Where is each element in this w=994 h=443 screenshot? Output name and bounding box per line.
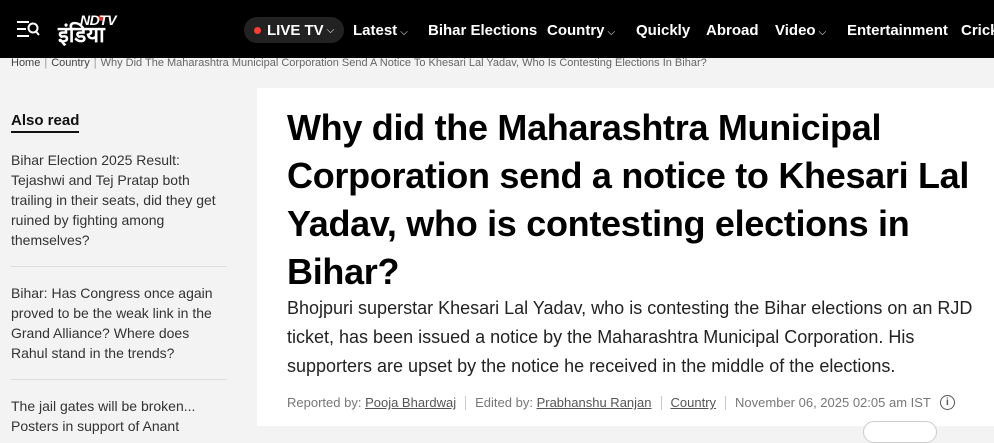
publish-timestamp: November 06, 2025 02:05 am IST (735, 395, 931, 410)
logo-hindi-text: इंडिया (58, 22, 105, 47)
editor-link[interactable]: Prabhanshu Ranjan (537, 395, 652, 410)
chevron-down-icon: ⌵ (818, 27, 827, 38)
nav-item-label: Crick (961, 22, 994, 39)
live-tv-label: LIVE TV (267, 21, 324, 39)
nav-item-label: Country (547, 22, 605, 39)
also-read-title: Also read (11, 112, 80, 133)
article-meta: Reported by: Pooja Bhardwaj Edited by: P… (287, 395, 955, 410)
live-dot-icon (254, 26, 261, 34)
ndtv-india-logo[interactable]: NDTV इंडिया (58, 12, 148, 46)
chevron-down-icon: ⌵ (400, 27, 408, 38)
breadcrumb-separator: | (44, 57, 48, 69)
nav-item-bihar-elections[interactable]: Bihar Elections (428, 22, 537, 39)
reported-by-label: Reported by: (287, 395, 362, 410)
menu-search-icon[interactable] (16, 18, 40, 40)
meta-divider (725, 395, 727, 410)
also-read-item[interactable]: Bihar Election 2025 Result: Tejashwi and… (11, 150, 227, 250)
also-read-item[interactable]: Bihar: Has Congress once again proved to… (11, 283, 227, 363)
nav-item-label: Video (775, 22, 816, 39)
nav-item-label: Abroad (706, 22, 759, 39)
article-card: Why did the Maharashtra Municipal Corpor… (257, 88, 994, 443)
also-read-sidebar: Also read Bihar Election 2025 Result: Te… (11, 112, 227, 436)
breadcrumb-separator: | (93, 57, 97, 69)
edited-by-label: Edited by: (475, 395, 533, 410)
nav-item-label: Quickly (636, 22, 691, 39)
breadcrumb-home-link[interactable]: Home (11, 57, 40, 69)
nav-item-label: Bihar Elections (428, 22, 538, 39)
nav-item-country[interactable]: Country ⌵ (547, 22, 615, 39)
nav-item-entertainment[interactable]: Entertainment (847, 22, 948, 39)
chevron-down-icon: ⌵ (607, 27, 616, 38)
breadcrumb-section-link[interactable]: Country (51, 57, 90, 69)
meta-divider (660, 395, 662, 410)
nav-item-latest[interactable]: Latest ⌵ (353, 22, 408, 39)
nav-item-video[interactable]: Video ⌵ (775, 22, 826, 39)
nav-item-abroad[interactable]: Abroad (706, 22, 759, 39)
nav-item-label: Entertainment (847, 22, 948, 39)
reporter-link[interactable]: Pooja Bhardwaj (365, 395, 456, 410)
live-tv-button[interactable]: LIVE TV ⌵ (244, 17, 345, 43)
also-read-item[interactable]: The jail gates will be broken... Posters… (11, 396, 227, 436)
chevron-down-icon: ⌵ (326, 24, 335, 36)
breadcrumb-current: Why Did The Maharashtra Municipal Corpor… (100, 57, 707, 69)
info-icon[interactable]: i (939, 395, 955, 410)
meta-divider (465, 395, 467, 410)
nav-item-label: Latest (353, 22, 398, 39)
article-summary: Bhojpuri superstar Khesari Lal Yadav, wh… (287, 298, 973, 376)
article-headline: Why did the Maharashtra Municipal Corpor… (287, 107, 970, 292)
sidebar-divider (11, 266, 227, 267)
breadcrumb: Home | Country | Why Did The Maharashtra Mun… (11, 57, 707, 69)
nav-item-quickly[interactable]: Quickly (636, 22, 690, 39)
nav-item-cricket[interactable]: Crick (961, 22, 994, 39)
sidebar-divider (11, 379, 227, 380)
top-nav-bar: NDTV इंडिया LIVE TV ⌵ Latest ⌵ Bihar Elec… (0, 0, 994, 58)
action-pill-button[interactable] (863, 421, 937, 443)
category-link[interactable]: Country (671, 395, 717, 410)
